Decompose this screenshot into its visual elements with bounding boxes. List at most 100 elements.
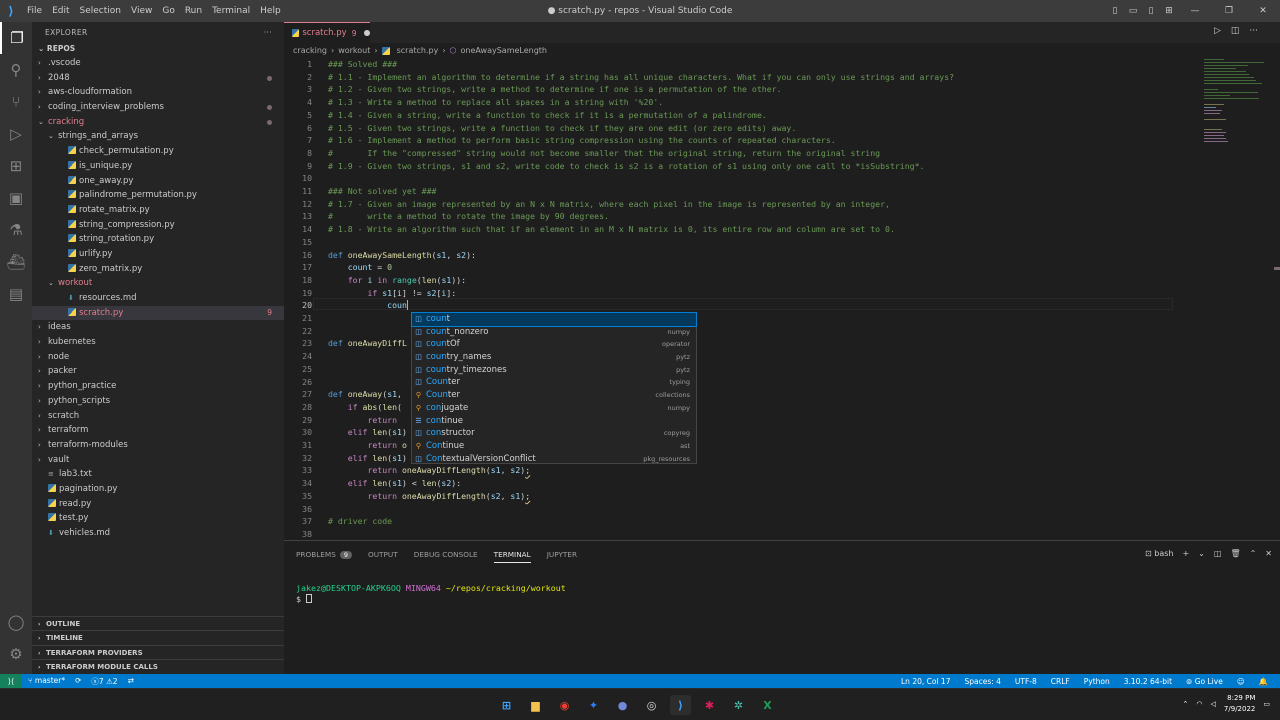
indentation[interactable]: Spaces: 4 <box>964 677 1000 686</box>
restore-button[interactable]: ❐ <box>1212 6 1246 16</box>
file-item[interactable]: ≡ lab3.txt <box>32 467 284 482</box>
file-item[interactable]: rotate_matrix.py <box>32 203 284 218</box>
terraform-module-calls-panel[interactable]: › TERRAFORM MODULE CALLS <box>32 659 284 674</box>
close-button[interactable]: ✕ <box>1246 6 1280 16</box>
folder-item[interactable]: › terraform-modules <box>32 438 284 453</box>
folder-item[interactable]: › terraform <box>32 423 284 438</box>
slack-icon[interactable]: ✱ <box>699 695 720 715</box>
menu-help[interactable]: Help <box>260 6 281 16</box>
suggestion-item[interactable]: ◫ countOf operator <box>412 338 696 351</box>
autocomplete-suggestions[interactable]: ◫ count ◫ count_nonzero numpy ◫ countOf operato… <box>411 312 697 464</box>
menu-go[interactable]: Go <box>162 6 174 16</box>
file-item[interactable]: scratch.py 9 <box>32 305 284 321</box>
run-debug-icon[interactable]: ▷ <box>0 118 32 150</box>
file-item[interactable]: ⬇ vehicles.md <box>32 526 284 541</box>
remote-indicator-icon[interactable]: ⟩⟨ <box>0 674 22 688</box>
file-item[interactable]: pagination.py <box>32 482 284 497</box>
folder-item[interactable]: › python_scripts <box>32 394 284 409</box>
folder-item[interactable]: › vault <box>32 453 284 468</box>
folder-item[interactable]: › node <box>32 350 284 365</box>
minimap[interactable] <box>1196 57 1280 540</box>
close-panel-icon[interactable]: ✕ <box>1265 549 1272 558</box>
encoding[interactable]: UTF-8 <box>1015 677 1037 686</box>
breadcrumb-item[interactable]: scratch.py <box>397 46 439 55</box>
suggestion-item[interactable]: ◫ count_nonzero numpy <box>412 326 696 339</box>
chrome-icon[interactable]: ◉ <box>554 695 575 715</box>
branch-indicator[interactable]: ⑂ master* <box>28 676 65 687</box>
file-item[interactable]: one_away.py <box>32 174 284 189</box>
menu-selection[interactable]: Selection <box>80 6 121 16</box>
suggestion-item[interactable]: ◫ constructor copyreg <box>412 427 696 440</box>
menu-run[interactable]: Run <box>185 6 202 16</box>
breadcrumb-item[interactable]: cracking <box>293 46 327 55</box>
file-item[interactable]: check_permutation.py <box>32 144 284 159</box>
suggestion-item[interactable]: ◫ country_names pytz <box>412 351 696 364</box>
account-icon[interactable]: ◯ <box>0 606 32 638</box>
toggle-sidebar-icon[interactable]: ▯ <box>1106 6 1124 16</box>
terraform-providers-panel[interactable]: › TERRAFORM PROVIDERS <box>32 644 284 660</box>
more-actions-icon[interactable]: ··· <box>264 28 272 37</box>
menu-edit[interactable]: Edit <box>52 6 69 16</box>
workspace-root[interactable]: ⌄ REPOS <box>32 42 284 56</box>
folder-item[interactable]: › aws-cloudformation <box>32 85 284 100</box>
tab-scratch-py[interactable]: scratch.py 9 <box>284 22 370 43</box>
menu-view[interactable]: View <box>131 6 152 16</box>
settings-gear-icon[interactable]: ⚙ <box>0 638 32 670</box>
folder-item[interactable]: › coding_interview_problems <box>32 100 284 115</box>
file-item[interactable]: read.py <box>32 497 284 512</box>
file-explorer-icon[interactable]: ▆ <box>525 695 546 715</box>
tab-terminal[interactable]: TERMINAL <box>493 550 531 563</box>
source-control-icon[interactable]: ⑂ <box>0 86 32 118</box>
testing-icon[interactable]: ⚗ <box>0 214 32 246</box>
folder-item[interactable]: › kubernetes <box>32 335 284 350</box>
line-ending[interactable]: CRLF <box>1051 677 1070 686</box>
folder-item[interactable]: › packer <box>32 364 284 379</box>
suggestion-item[interactable]: ⚲ Counter collections <box>412 389 696 402</box>
tab-output[interactable]: OUTPUT <box>368 550 398 563</box>
toggle-panel-icon[interactable]: ▭ <box>1124 6 1142 16</box>
trash-icon[interactable]: 🗑 <box>1230 549 1240 558</box>
folder-item[interactable]: › python_practice <box>32 379 284 394</box>
file-item[interactable]: zero_matrix.py <box>32 262 284 277</box>
go-live-button[interactable]: ⊚ Go Live <box>1186 677 1223 686</box>
extensions-icon[interactable]: ⊞ <box>0 150 32 182</box>
problems-indicator[interactable]: ⓧ7 ⚠2 <box>91 676 117 687</box>
file-item[interactable]: test.py <box>32 511 284 526</box>
notification-center-icon[interactable]: ▭ <box>1263 700 1270 708</box>
folder-item[interactable]: ⌄ strings_and_arrays <box>32 129 284 144</box>
explorer-icon[interactable]: ❐ <box>0 22 32 54</box>
menu-file[interactable]: File <box>27 6 42 16</box>
terminal-shell-selector[interactable]: ⊡ bash <box>1145 549 1173 558</box>
more-actions-icon[interactable]: ··· <box>1249 26 1258 36</box>
suggestion-item[interactable]: ⚲ conjugate numpy <box>412 402 696 415</box>
toggle-secondary-icon[interactable]: ▯ <box>1142 6 1160 16</box>
sync-icon[interactable]: ⟳ <box>75 676 81 687</box>
clock[interactable]: 8:29 PM 7/9/2022 <box>1224 693 1255 715</box>
folder-item[interactable]: › scratch <box>32 409 284 424</box>
unsaved-dot-icon[interactable] <box>364 30 370 36</box>
layout-icon[interactable]: ⊞ <box>1160 6 1178 16</box>
python-interpreter[interactable]: 3.10.2 64-bit <box>1124 677 1172 686</box>
vscode-taskbar-icon[interactable]: ⟩ <box>670 695 691 715</box>
split-editor-icon[interactable]: ◫ <box>1231 26 1240 36</box>
search-icon[interactable]: ⚲ <box>0 54 32 86</box>
file-item[interactable]: is_unique.py <box>32 159 284 174</box>
language-mode[interactable]: Python <box>1084 677 1110 686</box>
start-button-icon[interactable]: ⊞ <box>496 695 517 715</box>
chevron-up-icon[interactable]: ⌃ <box>1250 549 1257 558</box>
docker-icon[interactable]: ⛴ <box>0 246 32 278</box>
breadcrumb-item[interactable]: workout <box>338 46 370 55</box>
notifications-icon[interactable]: 🔔 <box>1259 677 1268 686</box>
live-share-icon[interactable]: ⇄ <box>128 676 134 687</box>
menu-terminal[interactable]: Terminal <box>212 6 250 16</box>
suggestion-item[interactable]: ◫ country_timezones pytz <box>412 364 696 377</box>
excel-icon[interactable]: X <box>757 695 778 715</box>
feedback-icon[interactable]: ☺ <box>1237 677 1245 686</box>
suggestion-item[interactable]: ◫ ContextualVersionConflict pkg_resources <box>412 453 696 466</box>
new-terminal-icon[interactable]: + <box>1182 549 1189 558</box>
code-editor[interactable]: 1 2 3 4 5 6 7 8 9 10 11 12 13 14 15 16 17 18 19 20 21 22 23 24 2… <box>284 57 1280 540</box>
terminal-view-icon[interactable]: ▤ <box>0 278 32 310</box>
split-terminal-icon[interactable]: ◫ <box>1214 549 1222 558</box>
suggestion-item[interactable]: ◫ count <box>411 312 697 327</box>
remote-explorer-icon[interactable]: ▣ <box>0 182 32 214</box>
